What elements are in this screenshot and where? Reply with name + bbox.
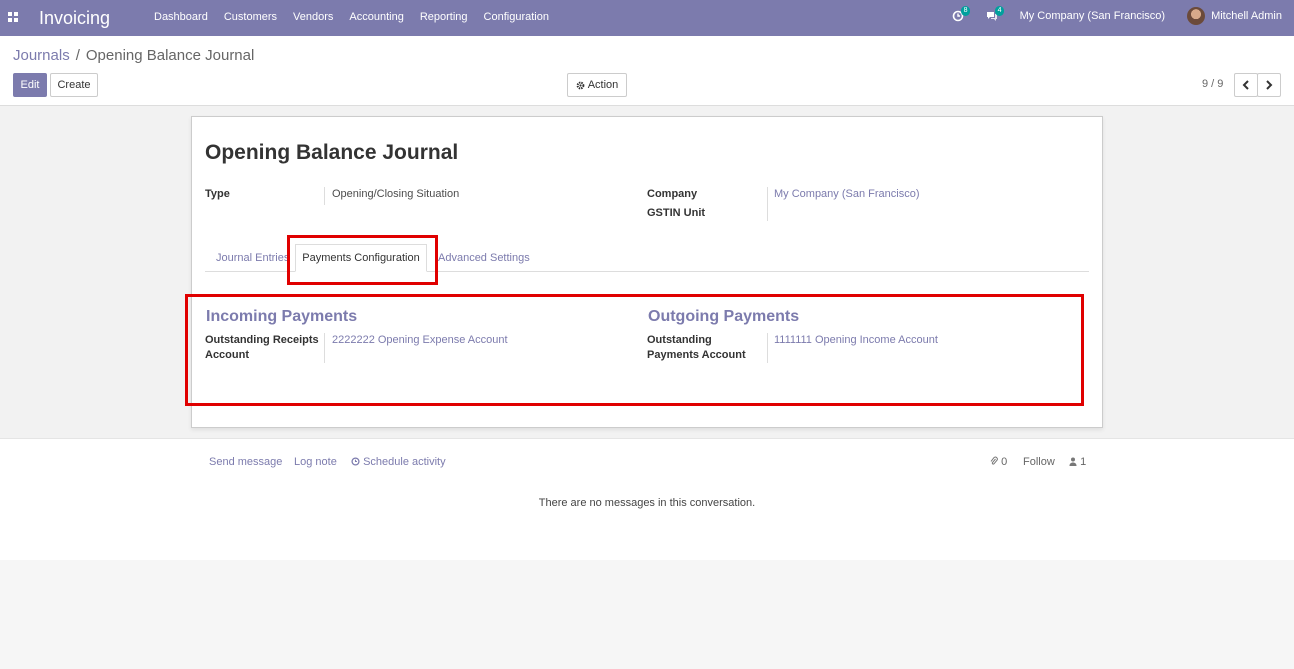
message-count-badge: 4	[994, 6, 1005, 16]
record-title[interactable]: Opening Balance Journal	[205, 141, 458, 165]
menu-accounting[interactable]: Accounting	[349, 11, 403, 23]
paperclip-icon	[990, 456, 998, 465]
chevron-left-icon	[1242, 80, 1249, 90]
divider	[767, 187, 768, 221]
action-dropdown-button[interactable]: Action	[567, 73, 627, 97]
user-icon	[1069, 457, 1077, 466]
clock-icon	[351, 457, 360, 466]
top-navbar: Invoicing Dashboard Customers Vendors Ac…	[0, 0, 1294, 36]
menu-vendors[interactable]: Vendors	[293, 11, 333, 23]
attachments-button[interactable]: 0	[990, 456, 1007, 468]
tab-advanced-settings[interactable]: Advanced Settings	[438, 252, 530, 264]
pager-next-button[interactable]	[1257, 73, 1281, 97]
divider	[324, 187, 325, 205]
activity-button[interactable]: 8	[952, 6, 974, 24]
followers-count: 1	[1080, 456, 1087, 468]
chatter: Send message Log note Schedule activity …	[0, 438, 1294, 560]
apps-menu-icon[interactable]	[8, 12, 18, 22]
menu-dashboard[interactable]: Dashboard	[154, 11, 208, 23]
app-title[interactable]: Invoicing	[39, 8, 110, 29]
action-label: Action	[587, 79, 619, 91]
type-label: Type	[205, 188, 230, 200]
schedule-activity-label: Schedule activity	[363, 456, 446, 468]
user-avatar[interactable]	[1187, 7, 1206, 25]
followers-button[interactable]: 1	[1069, 456, 1086, 468]
breadcrumb-journals[interactable]: Journals	[13, 47, 70, 64]
menu-configuration[interactable]: Configuration	[484, 11, 549, 23]
create-button[interactable]: Create	[50, 73, 98, 97]
company-switcher[interactable]: My Company (San Francisco)	[1020, 10, 1166, 22]
company-label: Company	[647, 188, 698, 200]
empty-conversation-text: There are no messages in this conversati…	[538, 497, 756, 509]
main-menu: Dashboard Customers Vendors Accounting R…	[154, 11, 565, 23]
menu-reporting[interactable]: Reporting	[420, 11, 468, 23]
breadcrumb: Journals / Opening Balance Journal	[13, 47, 254, 64]
control-panel: Journals / Opening Balance Journal Edit Cr…	[0, 36, 1294, 106]
messages-button[interactable]: 4	[986, 6, 1008, 24]
pager-value[interactable]: 9 / 9	[1202, 78, 1223, 90]
user-menu[interactable]: Mitchell Admin	[1211, 10, 1282, 22]
menu-customers[interactable]: Customers	[224, 11, 277, 23]
systray: 8 4 My Company (San Francisco) Mitchell …	[952, 6, 1282, 25]
log-note-button[interactable]: Log note	[294, 456, 337, 468]
gear-icon	[576, 81, 585, 89]
type-value[interactable]: Opening/Closing Situation	[332, 187, 459, 202]
follow-button[interactable]: Follow	[1023, 456, 1055, 468]
highlight-box-tab	[287, 235, 438, 285]
breadcrumb-separator: /	[75, 47, 80, 64]
breadcrumb-current: Opening Balance Journal	[85, 47, 255, 64]
company-value-link[interactable]: My Company (San Francisco)	[774, 187, 920, 202]
edit-button[interactable]: Edit	[13, 73, 47, 97]
activity-count-badge: 8	[960, 6, 971, 16]
attachments-count: 0	[1001, 456, 1008, 468]
gstin-unit-label: GSTIN Unit	[647, 207, 706, 219]
pager-previous-button[interactable]	[1234, 73, 1258, 97]
chevron-right-icon	[1266, 80, 1273, 90]
schedule-activity-button[interactable]: Schedule activity	[351, 456, 446, 468]
highlight-box-payments	[185, 294, 1084, 406]
send-message-button[interactable]: Send message	[209, 456, 282, 468]
tab-journal-entries[interactable]: Journal Entries	[216, 252, 289, 264]
